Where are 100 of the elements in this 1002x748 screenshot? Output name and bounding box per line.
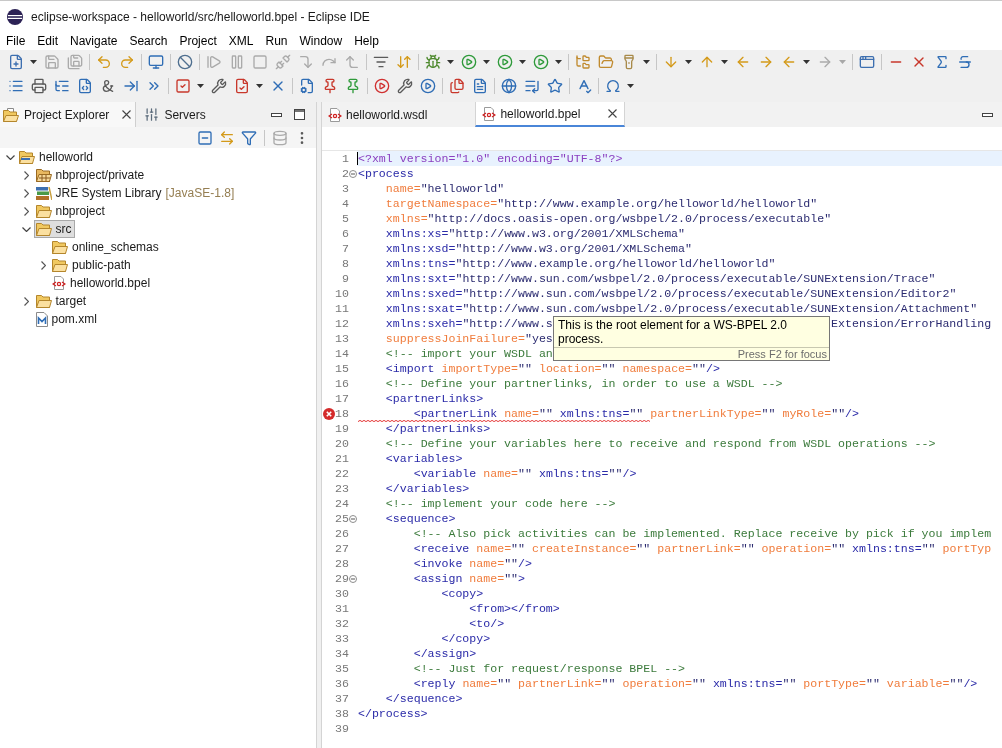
chevron-right-icon[interactable] bbox=[24, 188, 29, 198]
chevron-right-icon[interactable] bbox=[24, 170, 29, 180]
menu-item[interactable]: File bbox=[0, 32, 32, 50]
globe-icon[interactable] bbox=[500, 78, 517, 94]
ban-icon[interactable] bbox=[176, 54, 193, 70]
menu-item[interactable]: Help bbox=[348, 32, 385, 50]
line-number: 16 bbox=[335, 376, 349, 391]
play-circle-icon[interactable] bbox=[532, 54, 549, 70]
code-line: </sequence> bbox=[385, 692, 463, 705]
tree-item[interactable]: helloworld bbox=[17, 148, 97, 166]
caret-icon[interactable] bbox=[555, 60, 562, 64]
monitor-icon[interactable] bbox=[147, 54, 164, 70]
menu-item[interactable]: Navigate bbox=[64, 32, 124, 50]
caret-icon[interactable] bbox=[627, 84, 634, 88]
file-check-icon[interactable] bbox=[233, 78, 250, 94]
sliders-icon bbox=[144, 107, 160, 122]
line-number: 21 bbox=[335, 451, 349, 466]
code-line: <!-- Also pick activities can be implemented. Replace receive by pick if you implem bbox=[413, 527, 992, 540]
play-circle-icon[interactable] bbox=[419, 78, 436, 94]
caret-icon[interactable] bbox=[685, 60, 692, 64]
menu-item[interactable]: Run bbox=[259, 32, 294, 50]
list-icon[interactable] bbox=[7, 78, 24, 94]
tree-item[interactable]: nbproject bbox=[33, 202, 108, 220]
line-number: 1 bbox=[342, 151, 349, 166]
chevron-right-icon[interactable] bbox=[24, 296, 29, 306]
chevron-right-icon[interactable] bbox=[40, 260, 46, 270]
editor-tab[interactable]: helloworld.wsdl bbox=[322, 102, 472, 127]
code-line: <!-- Define your partnerlinks, in order to use a WSDL --> bbox=[385, 377, 783, 390]
minimize-icon[interactable] bbox=[271, 112, 282, 117]
tree-item[interactable]: target bbox=[33, 292, 90, 310]
window-title: eclipse-workspace - helloworld/src/helloworld.bpel - Eclipse IDE bbox=[31, 8, 370, 26]
menu-item[interactable]: Project bbox=[173, 32, 223, 50]
view-tab[interactable]: Project Explorer bbox=[0, 102, 137, 127]
menu-item[interactable]: XML bbox=[222, 32, 260, 50]
editor-tab[interactable]: helloworld.bpel bbox=[475, 102, 626, 127]
list-tree-icon[interactable] bbox=[53, 78, 70, 94]
caret-icon[interactable] bbox=[643, 60, 650, 64]
printer-icon[interactable] bbox=[30, 78, 47, 94]
file-code-icon[interactable] bbox=[76, 78, 93, 94]
line-number: 28 bbox=[335, 556, 349, 571]
folder-open-icon[interactable] bbox=[597, 54, 614, 70]
list-end-icon[interactable] bbox=[523, 78, 540, 94]
caret-icon[interactable] bbox=[519, 60, 526, 64]
code-line: <partnerLinks> bbox=[385, 392, 484, 405]
chevron-down-icon[interactable] bbox=[22, 226, 31, 232]
circle-minus-icon[interactable] bbox=[349, 169, 357, 178]
file-cog-icon[interactable] bbox=[298, 78, 315, 94]
tree-item[interactable]: pom.xml bbox=[33, 310, 100, 328]
minimize-icon[interactable] bbox=[982, 112, 993, 117]
caret-icon[interactable] bbox=[803, 60, 810, 64]
caret-icon[interactable] bbox=[721, 60, 728, 64]
chevron-down-icon[interactable] bbox=[5, 154, 15, 160]
filter-icon[interactable] bbox=[241, 129, 257, 146]
files-icon[interactable] bbox=[448, 78, 465, 94]
line-number: 25 bbox=[335, 511, 349, 526]
list-filter-icon[interactable] bbox=[372, 54, 389, 70]
minus-square-icon[interactable] bbox=[197, 129, 213, 146]
chevron-right-icon[interactable] bbox=[24, 206, 29, 216]
maximize-icon[interactable] bbox=[294, 109, 305, 120]
play-circle-icon[interactable] bbox=[496, 54, 513, 70]
wrench-icon[interactable] bbox=[210, 78, 227, 94]
line-number: 7 bbox=[342, 241, 349, 256]
code-line: <sequence> bbox=[385, 512, 456, 525]
circle-minus-icon[interactable] bbox=[349, 574, 357, 583]
omega-icon[interactable] bbox=[604, 78, 621, 94]
file-plus-icon[interactable] bbox=[7, 54, 24, 70]
close-icon[interactable] bbox=[122, 110, 132, 119]
strikethrough-icon[interactable] bbox=[956, 54, 973, 70]
caret-icon[interactable] bbox=[483, 60, 490, 64]
code-line: suppressJoinFailure="yes bbox=[385, 332, 553, 345]
tree-item[interactable]: public-path bbox=[50, 256, 134, 274]
caret-icon[interactable] bbox=[30, 60, 37, 64]
circle-minus-icon[interactable] bbox=[349, 514, 357, 523]
close-icon[interactable] bbox=[608, 109, 618, 118]
menu-item[interactable]: Search bbox=[123, 32, 174, 50]
view-tab[interactable]: Servers bbox=[136, 102, 212, 127]
tree-item[interactable]: JRE System Library [JavaSE-1.8] bbox=[33, 184, 238, 202]
caret-icon[interactable] bbox=[447, 60, 454, 64]
code-line: xmlns="http://docs.oasis-open.org/wsbpel/2.0/process/executable" bbox=[385, 212, 832, 225]
code-line: <copy> bbox=[441, 587, 484, 600]
arrow-to-line-icon[interactable] bbox=[122, 78, 139, 94]
play-circle-icon[interactable] bbox=[373, 78, 390, 94]
folder-tree-icon[interactable] bbox=[574, 54, 591, 70]
tree-item[interactable]: helloworld.bpel bbox=[50, 274, 154, 292]
wrench-icon[interactable] bbox=[396, 78, 413, 94]
file-text-icon[interactable] bbox=[471, 78, 488, 94]
tree-item[interactable]: src bbox=[33, 220, 75, 238]
tree-item[interactable]: online_schemas bbox=[50, 238, 162, 256]
code-line: <variables> bbox=[385, 452, 463, 465]
play-circle-icon[interactable] bbox=[460, 54, 477, 70]
menu-item[interactable]: Edit bbox=[31, 32, 65, 50]
bug-icon[interactable] bbox=[424, 54, 441, 70]
menu-item[interactable]: Window bbox=[293, 32, 349, 50]
caret-icon[interactable] bbox=[256, 84, 263, 88]
tree-item[interactable]: nbproject/private bbox=[33, 166, 148, 184]
app-window-icon[interactable] bbox=[858, 54, 875, 70]
caret-icon[interactable] bbox=[197, 84, 204, 88]
checkbox-icon[interactable] bbox=[174, 78, 191, 94]
star-icon[interactable] bbox=[546, 78, 563, 94]
library-version: [JavaSE-1.8] bbox=[165, 185, 235, 202]
